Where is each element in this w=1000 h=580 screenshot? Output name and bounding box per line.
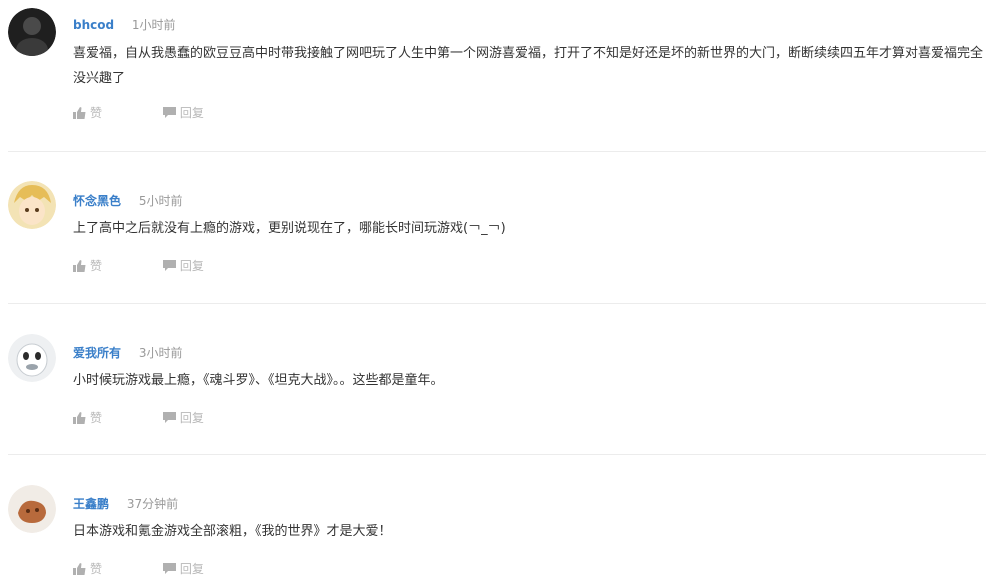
reply-label: 回复 [179, 259, 204, 273]
comment-actions: 赞 回复 [73, 257, 204, 275]
speech-bubble-icon [162, 106, 176, 118]
avatar[interactable] [8, 334, 56, 382]
comment-item: 怀念黑色 5小时前 上了高中之后就没有上瘾的游戏，更别说现在了，哪能长时间玩游戏… [0, 152, 1000, 304]
avatar[interactable] [8, 181, 56, 229]
avatar-image [8, 485, 56, 533]
like-label: 赞 [90, 411, 103, 425]
like-label: 赞 [90, 259, 103, 273]
comment-actions: 赞 回复 [73, 409, 204, 427]
speech-bubble-icon [162, 259, 176, 271]
reply-button[interactable]: 回复 [162, 409, 204, 426]
reply-button[interactable]: 回复 [162, 104, 204, 121]
timestamp: 3小时前 [138, 346, 183, 360]
comment-text: 上了高中之后就没有上瘾的游戏，更别说现在了，哪能长时间玩游戏(￢_￢) [73, 221, 506, 236]
avatar-image [8, 334, 56, 382]
username-link[interactable]: 爱我所有 [73, 346, 121, 360]
timestamp: 1小时前 [131, 18, 176, 32]
comment-meta: 爱我所有 3小时前 [73, 344, 182, 361]
avatar-image [8, 8, 56, 56]
like-label: 赞 [90, 106, 103, 120]
comment-item: 爱我所有 3小时前 小时候玩游戏最上瘾，《魂斗罗》、《坦克大战》。。这些都是童年… [0, 303, 1000, 455]
avatar[interactable] [8, 8, 56, 56]
like-button[interactable]: 赞 [73, 104, 102, 121]
avatar-image [8, 181, 56, 229]
speech-bubble-icon [162, 411, 176, 423]
comment-text: 喜爱福，自从我愚蠢的欧豆豆高中时带我接触了网吧玩了人生中第一个网游喜爱福，打开了… [73, 46, 984, 86]
comment-meta: 怀念黑色 5小时前 [73, 192, 182, 209]
thumbs-up-icon [73, 411, 86, 424]
comment-item: bhcod 1小时前 喜爱福，自从我愚蠢的欧豆豆高中时带我接触了网吧玩了人生中第… [0, 0, 1000, 152]
timestamp: 5小时前 [138, 194, 183, 208]
username-link[interactable]: 怀念黑色 [73, 194, 121, 208]
like-button[interactable]: 赞 [73, 257, 102, 274]
comment-item: 王鑫鹏 37分钟前 日本游戏和氪金游戏全部滚粗，《我的世界》才是大爱！ 赞 回复 [0, 455, 1000, 580]
reply-label: 回复 [179, 106, 204, 120]
reply-label: 回复 [179, 411, 204, 425]
comment-text: 日本游戏和氪金游戏全部滚粗，《我的世界》才是大爱！ [73, 524, 392, 539]
comment-meta: bhcod 1小时前 [73, 16, 176, 33]
comment-actions: 赞 回复 [73, 104, 204, 122]
reply-button[interactable]: 回复 [162, 560, 204, 577]
timestamp: 37分钟前 [126, 497, 179, 511]
thumbs-up-icon [73, 259, 86, 272]
comment-actions: 赞 回复 [73, 560, 204, 578]
reply-label: 回复 [179, 562, 204, 576]
username-link[interactable]: 王鑫鹏 [73, 497, 109, 511]
reply-button[interactable]: 回复 [162, 257, 204, 274]
like-label: 赞 [90, 562, 103, 576]
thumbs-up-icon [73, 562, 86, 575]
username-link[interactable]: bhcod [73, 18, 114, 32]
comment-text: 小时候玩游戏最上瘾，《魂斗罗》、《坦克大战》。。这些都是童年。 [73, 373, 444, 388]
comment-meta: 王鑫鹏 37分钟前 [73, 495, 178, 512]
like-button[interactable]: 赞 [73, 409, 102, 426]
thumbs-up-icon [73, 106, 86, 119]
like-button[interactable]: 赞 [73, 560, 102, 577]
speech-bubble-icon [162, 562, 176, 574]
avatar[interactable] [8, 485, 56, 533]
